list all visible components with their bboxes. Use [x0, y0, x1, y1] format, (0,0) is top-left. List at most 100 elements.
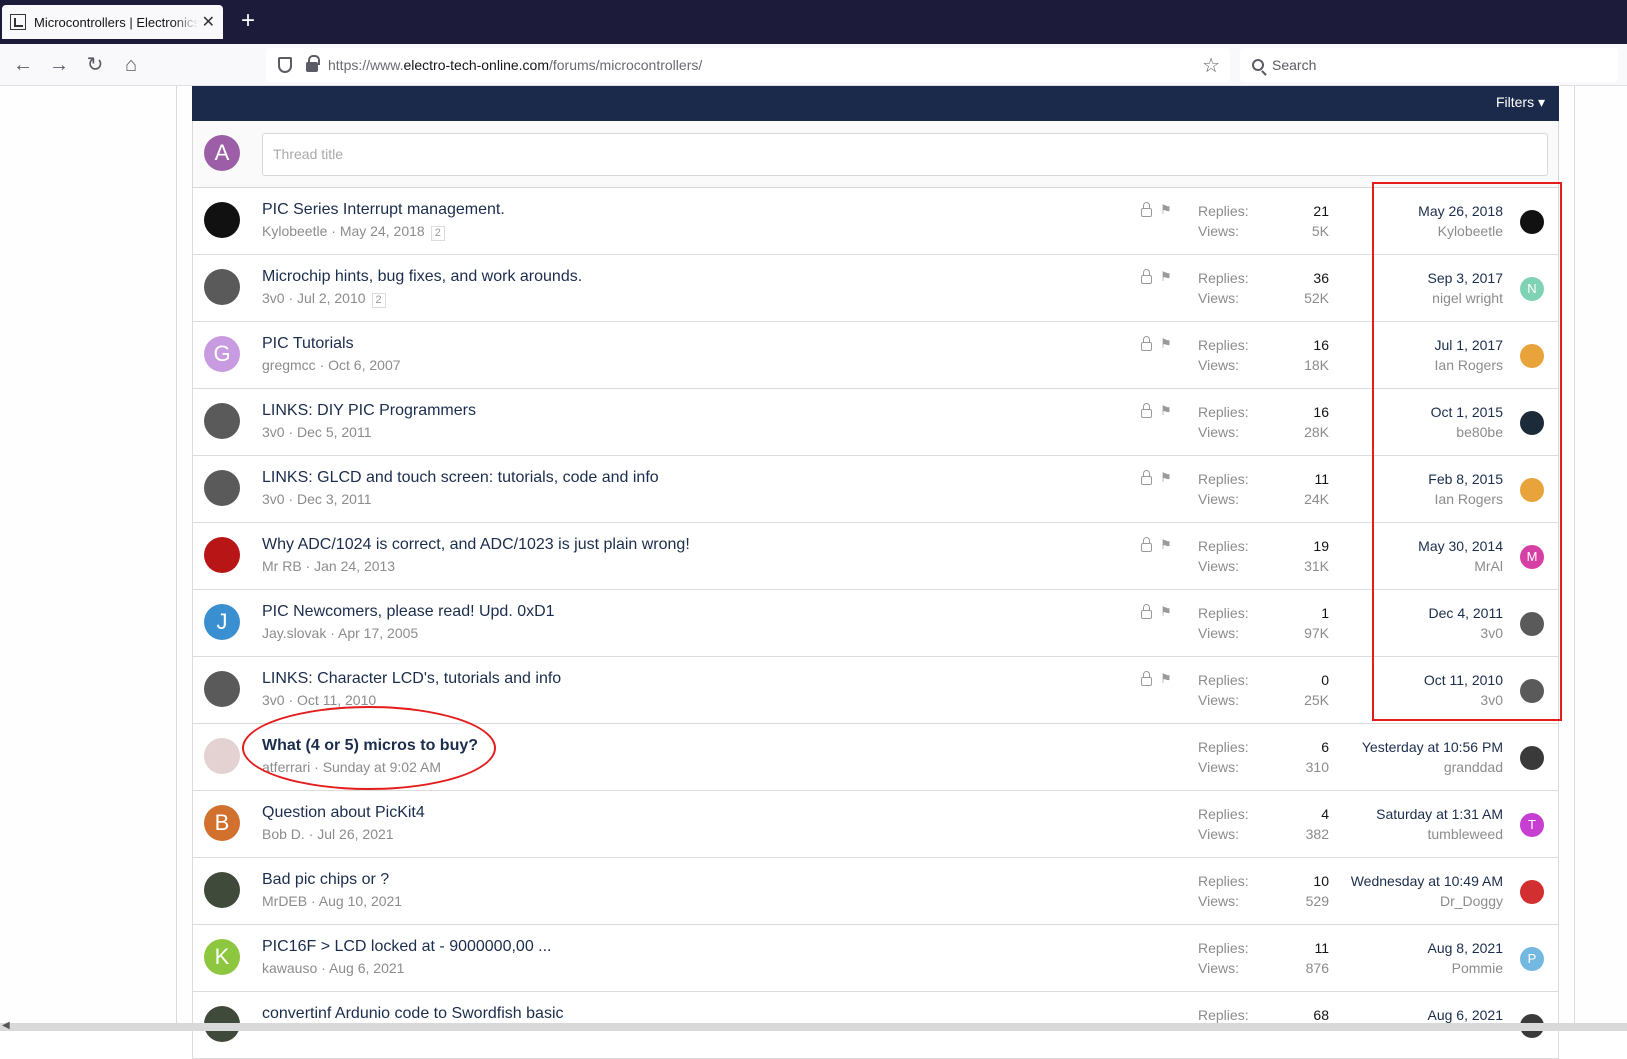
thread-start-date[interactable]: Apr 17, 2005 — [338, 625, 418, 641]
thread-row[interactable]: G PIC Tutorials gregmcc · Oct 6, 2007 ⚑ Repl… — [192, 322, 1559, 389]
latest-user-avatar[interactable] — [1520, 478, 1544, 502]
thread-title-link[interactable]: PIC16F > LCD locked at - 9000000,00 ... — [262, 938, 552, 956]
user-avatar[interactable]: A — [204, 135, 240, 171]
latest-user-avatar[interactable] — [1520, 746, 1544, 770]
thread-start-date[interactable]: Jan 24, 2013 — [314, 558, 395, 574]
latest-post-user[interactable]: Ian Rogers — [1435, 355, 1503, 375]
latest-post-date[interactable]: Aug 6, 2021 — [1427, 1005, 1503, 1025]
tracking-protection-icon[interactable] — [278, 57, 292, 73]
latest-post-date[interactable]: Dec 4, 2011 — [1429, 603, 1503, 623]
latest-user-avatar[interactable]: P — [1520, 947, 1544, 971]
thread-start-date[interactable]: Jul 26, 2021 — [317, 826, 393, 842]
thread-title-link[interactable]: Why ADC/1024 is correct, and ADC/1023 is… — [262, 536, 690, 554]
thread-author[interactable]: Jay.slovak — [262, 625, 326, 641]
thread-start-date[interactable]: Dec 3, 2011 — [297, 491, 371, 507]
thread-author[interactable]: kawauso — [262, 960, 317, 976]
latest-post-date[interactable]: Feb 8, 2015 — [1428, 469, 1503, 489]
author-avatar[interactable] — [204, 470, 240, 506]
latest-post-date[interactable]: Sep 3, 2017 — [1427, 268, 1503, 288]
author-avatar[interactable] — [204, 269, 240, 305]
latest-user-avatar[interactable] — [1520, 411, 1544, 435]
thread-author[interactable]: Kylobeetle — [262, 223, 327, 239]
thread-row[interactable]: LINKS: GLCD and touch screen: tutorials,… — [192, 456, 1559, 523]
thread-row[interactable]: Microchip hints, bug fixes, and work aro… — [192, 255, 1559, 322]
thread-title-link[interactable]: PIC Newcomers, please read! Upd. 0xD1 — [262, 603, 555, 621]
latest-post-user[interactable]: nigel wright — [1427, 288, 1503, 308]
latest-post-user[interactable]: granddad — [1362, 757, 1503, 777]
latest-post-date[interactable]: Yesterday at 10:56 PM — [1362, 737, 1503, 757]
thread-author[interactable]: 3v0 — [262, 491, 285, 507]
thread-title-link[interactable]: What (4 or 5) micros to buy? — [262, 737, 478, 755]
author-avatar[interactable] — [204, 403, 240, 439]
latest-user-avatar[interactable] — [1520, 210, 1544, 234]
thread-author[interactable]: 3v0 — [262, 424, 285, 440]
latest-post-user[interactable]: tumbleweed — [1376, 824, 1504, 844]
thread-author[interactable]: Bob D. — [262, 826, 305, 842]
thread-start-date[interactable]: Dec 5, 2011 — [297, 424, 371, 440]
thread-title-link[interactable]: Microchip hints, bug fixes, and work aro… — [262, 268, 582, 286]
page-jump-link[interactable]: 2 — [430, 226, 445, 241]
latest-user-avatar[interactable] — [1520, 344, 1544, 368]
author-avatar[interactable] — [204, 738, 240, 774]
latest-post-user[interactable]: 3v0 — [1429, 623, 1503, 643]
filters-button[interactable]: Filters ▾ — [1496, 94, 1545, 111]
thread-title-link[interactable]: convertinf Ardunio code to Swordfish bas… — [262, 1005, 564, 1023]
latest-post-user[interactable]: Dr_Doggy — [1351, 891, 1503, 911]
thread-start-date[interactable]: May 24, 2018 — [340, 223, 425, 239]
thread-title-link[interactable]: PIC Tutorials — [262, 335, 354, 353]
thread-title-link[interactable]: LINKS: DIY PIC Programmers — [262, 402, 476, 420]
url-text[interactable]: https://www.electro-tech-online.com/foru… — [328, 57, 702, 73]
latest-post-user[interactable]: be80be — [1431, 422, 1503, 442]
latest-post-user[interactable]: Kylobeetle — [1418, 221, 1503, 241]
thread-start-date[interactable]: Jul 2, 2010 — [297, 290, 366, 306]
latest-post-date[interactable]: Saturday at 1:31 AM — [1376, 804, 1503, 824]
address-bar[interactable]: https://www.electro-tech-online.com/foru… — [266, 48, 1230, 82]
latest-post-date[interactable]: Oct 1, 2015 — [1431, 402, 1503, 422]
thread-row[interactable]: LINKS: Character LCD's, tutorials and in… — [192, 657, 1559, 724]
author-avatar[interactable] — [204, 671, 240, 707]
thread-author[interactable]: Mr RB — [262, 558, 302, 574]
thread-row[interactable]: LINKS: DIY PIC Programmers 3v0 · Dec 5, 2… — [192, 389, 1559, 456]
lock-icon[interactable] — [306, 55, 320, 72]
thread-row[interactable]: J PIC Newcomers, please read! Upd. 0xD1 Ja… — [192, 590, 1559, 657]
latest-post-date[interactable]: Jul 1, 2017 — [1435, 335, 1504, 355]
author-avatar[interactable]: G — [204, 336, 240, 372]
reload-button[interactable]: ↻ — [80, 50, 110, 80]
scroll-left-icon[interactable]: ◀ — [2, 1020, 10, 1031]
author-avatar[interactable] — [204, 537, 240, 573]
thread-author[interactable]: 3v0 — [262, 290, 285, 306]
thread-title-link[interactable]: LINKS: Character LCD's, tutorials and in… — [262, 670, 561, 688]
forward-button[interactable]: → — [44, 50, 74, 80]
thread-row[interactable]: What (4 or 5) micros to buy? atferrari · … — [192, 724, 1559, 791]
author-avatar[interactable] — [204, 202, 240, 238]
search-input[interactable]: Search — [1240, 48, 1618, 82]
thread-row[interactable]: PIC Series Interrupt management. Kylobeet… — [192, 188, 1559, 255]
latest-post-date[interactable]: May 26, 2018 — [1418, 201, 1503, 221]
thread-title-input[interactable]: Thread title — [262, 133, 1548, 176]
latest-post-date[interactable]: Wednesday at 10:49 AM — [1351, 871, 1503, 891]
author-avatar[interactable] — [204, 872, 240, 908]
close-tab-icon[interactable]: ✕ — [202, 12, 215, 32]
author-avatar[interactable]: J — [204, 604, 240, 640]
thread-title-link[interactable]: PIC Series Interrupt management. — [262, 201, 505, 219]
thread-start-date[interactable]: Aug 10, 2021 — [319, 893, 402, 909]
thread-start-date[interactable]: Sunday at 9:02 AM — [323, 759, 441, 775]
latest-post-date[interactable]: May 30, 2014 — [1418, 536, 1503, 556]
latest-post-user[interactable]: Ian Rogers — [1428, 489, 1503, 509]
latest-user-avatar[interactable] — [1520, 612, 1544, 636]
bookmark-star-icon[interactable]: ☆ — [1202, 53, 1220, 78]
thread-start-date[interactable]: Oct 11, 2010 — [297, 692, 376, 708]
thread-row[interactable]: Why ADC/1024 is correct, and ADC/1023 is… — [192, 523, 1559, 590]
thread-row[interactable]: K PIC16F > LCD locked at - 9000000,00 ...… — [192, 925, 1559, 992]
thread-title-link[interactable]: LINKS: GLCD and touch screen: tutorials,… — [262, 469, 659, 487]
latest-user-avatar[interactable]: N — [1520, 277, 1544, 301]
thread-row[interactable]: Bad pic chips or ? MrDEB · Aug 10, 2021 Re… — [192, 858, 1559, 925]
thread-row[interactable]: B Question about PicKit4 Bob D. · Jul 26, … — [192, 791, 1559, 858]
latest-user-avatar[interactable]: T — [1520, 813, 1544, 837]
thread-title-link[interactable]: Bad pic chips or ? — [262, 871, 389, 889]
latest-post-user[interactable]: MrAl — [1418, 556, 1503, 576]
thread-author[interactable]: atferrari — [262, 759, 310, 775]
thread-author[interactable]: gregmcc — [262, 357, 316, 373]
latest-post-date[interactable]: Oct 11, 2010 — [1424, 670, 1503, 690]
horizontal-scrollbar[interactable]: ◀ — [0, 1020, 1627, 1031]
